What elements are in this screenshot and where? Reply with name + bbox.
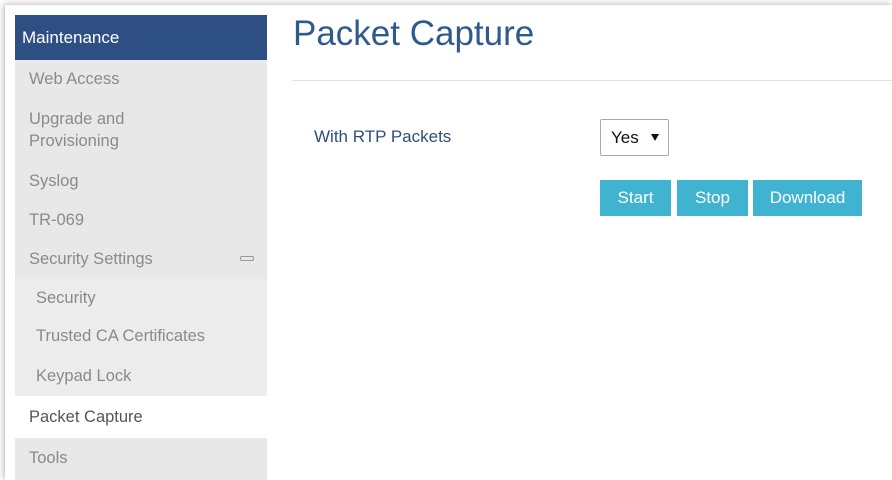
rtp-packets-select[interactable]: Yes [600,119,669,156]
sidebar-item-security-settings[interactable]: Security Settings [15,239,267,279]
page-title: Packet Capture [293,14,535,53]
sidebar-item-label: Web Access [29,70,120,88]
sidebar-item-label: Syslog [29,171,79,190]
sidebar-item-security[interactable]: Security [15,279,267,317]
collapse-icon[interactable] [240,256,254,261]
sidebar-item-packet-capture[interactable]: Packet Capture [15,396,267,438]
download-button[interactable]: Download [753,180,862,216]
rtp-packets-label: With RTP Packets [314,127,452,146]
sidebar-item-trusted-ca-certificates[interactable]: Trusted CA Certificates [15,317,267,356]
sidebar-item-upgrade-and-provisioning[interactable]: Upgrade and Provisioning [15,99,267,161]
sidebar-item-web-access[interactable]: Web Access [15,60,267,99]
sidebar-item-label: Trusted CA Certificates [36,327,206,345]
title-divider [292,80,892,81]
sidebar-item-keypad-lock[interactable]: Keypad Lock [15,356,267,396]
stop-button[interactable]: Stop [677,180,748,216]
start-button[interactable]: Start [600,180,671,216]
sidebar-item-label: TR-069 [29,210,85,229]
sidebar-item-label: Packet Capture [29,407,143,426]
sidebar-item-label: Keypad Lock [36,366,132,385]
dropdown-arrow-icon [651,134,659,141]
sidebar-item-label: Security Settings [29,249,153,268]
rtp-packets-select-value: Yes [611,127,639,147]
sidebar-item-label: Upgrade and Provisioning [29,110,125,150]
sidebar-item-tools[interactable]: Tools [15,438,267,478]
sidebar-item-label: Security [36,288,96,307]
sidebar-header-maintenance[interactable]: Maintenance [15,15,267,60]
sidebar-item-label: Tools [29,448,68,467]
sidebar: Maintenance Web Access Upgrade and Provi… [15,15,267,480]
sidebar-item-tr-069[interactable]: TR-069 [15,201,267,239]
sidebar-item-syslog[interactable]: Syslog [15,161,267,201]
